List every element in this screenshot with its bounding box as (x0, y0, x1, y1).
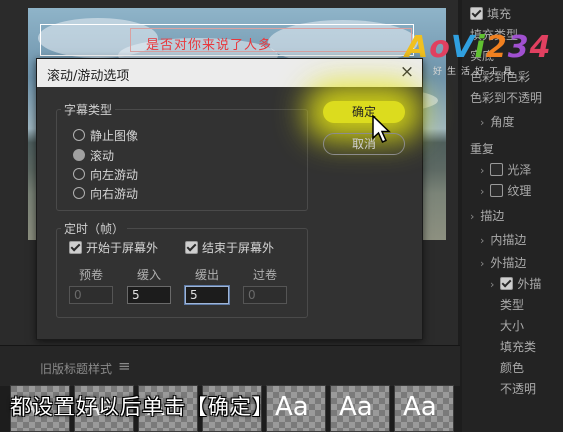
radio-label: 向右游动 (90, 187, 139, 201)
panel-row[interactable]: › 外描 (490, 275, 541, 292)
chevron-right-icon: › (480, 116, 485, 129)
timing-field-input: 0 (69, 286, 113, 304)
radio-label: 滚动 (90, 149, 115, 163)
caption-type-radio[interactable]: 向右游动 (73, 185, 138, 202)
timing-field-label: 预卷 (79, 268, 104, 282)
dialog-title: 滚动/游动选项 (47, 69, 130, 84)
panel-row-label: 外描边 (490, 256, 527, 270)
logo-letter: 4 (529, 30, 552, 65)
checkbox-icon (490, 184, 504, 197)
start-offscreen-label: 开始于屏幕外 (86, 241, 159, 255)
timing-field-input: 0 (243, 286, 287, 304)
panel-row-label: 纹理 (507, 184, 532, 198)
panel-row[interactable]: › 外描边 (480, 254, 526, 271)
panel-row[interactable]: 填充 (470, 5, 511, 22)
thumbnail-sample-text: Aa (403, 392, 437, 422)
chevron-right-icon: › (470, 210, 475, 223)
watermark-logo: AoVi234 好生活好工具 (405, 30, 550, 80)
panel-row[interactable]: 不透明 (500, 380, 536, 397)
timing-label: 定时（帧） (61, 220, 128, 237)
radio-icon (73, 149, 85, 161)
logo-letter: 2 (485, 30, 508, 65)
panel-row[interactable]: 重复 (470, 140, 494, 157)
checkbox-checked-icon (470, 7, 483, 20)
caption-type-radio[interactable]: 滚动 (73, 147, 114, 164)
timing-field-input[interactable]: 5 (184, 285, 230, 305)
panel-row-label: 内描边 (490, 233, 527, 247)
panel-row-label: 颜色 (500, 361, 525, 375)
close-icon[interactable]: × (397, 62, 417, 82)
caption-type-radio[interactable]: 向左游动 (73, 166, 138, 183)
checkbox-checked-icon (500, 277, 514, 290)
panel-row-label: 大小 (500, 319, 525, 333)
end-offscreen-checkbox[interactable]: 结束于屏幕外 (185, 239, 274, 256)
panel-row[interactable]: › 纹理 (480, 182, 531, 199)
mouse-pointer-icon (372, 114, 391, 143)
logo-subtitle: 好生活好工具 (433, 67, 518, 77)
caption-type-radio[interactable]: 静止图像 (73, 127, 138, 144)
thumbnail-sample-text: Aa (275, 392, 309, 422)
panel-row[interactable]: › 角度 (480, 113, 514, 130)
radio-icon (73, 168, 85, 180)
panel-row[interactable]: › 光泽 (480, 161, 531, 178)
panel-row[interactable]: 色彩到不透明 (470, 89, 542, 106)
timing-field-label: 缓入 (137, 268, 162, 282)
panel-row-label: 色彩到不透明 (470, 91, 543, 105)
panel-row-label: 填充类 (500, 340, 537, 354)
panel-row-label: 外描 (517, 277, 542, 291)
timing-field-label: 缓出 (195, 268, 220, 282)
panel-row-label: 填充 (487, 7, 512, 21)
panel-row-label: 类型 (500, 298, 525, 312)
radio-label: 向左游动 (90, 168, 139, 182)
legacy-styles-label: 旧版标题样式 (40, 362, 113, 376)
style-thumbnail[interactable]: Aa (394, 385, 454, 432)
chevron-right-icon: › (490, 278, 495, 291)
panel-row-label: 角度 (490, 115, 515, 129)
panel-row-label: 光泽 (507, 163, 532, 177)
logo-wordmark: AoVi234 (405, 30, 551, 65)
tutorial-subtitle: 都设置好以后单击【确定】 (10, 395, 274, 419)
dialog-title-bar[interactable]: 滚动/游动选项 × (37, 59, 422, 87)
logo-letter: o (429, 30, 451, 65)
panel-row-label: 重复 (470, 142, 495, 156)
chevron-right-icon: › (480, 257, 485, 270)
chevron-right-icon: › (480, 164, 485, 177)
panel-row[interactable]: 大小 (500, 317, 524, 334)
scrolling-title-text: 是否对你来说了人多 (146, 38, 273, 53)
start-offscreen-checkbox[interactable]: 开始于屏幕外 (69, 239, 158, 256)
logo-letter: i (474, 30, 486, 65)
panel-row-label: 不透明 (500, 382, 537, 396)
panel-row[interactable]: 填充类 (500, 338, 536, 355)
panel-row[interactable]: › 内描边 (480, 231, 526, 248)
radio-icon (73, 129, 85, 141)
radio-label: 静止图像 (90, 129, 139, 143)
panel-row[interactable]: 颜色 (500, 359, 524, 376)
caption-type-label: 字幕类型 (61, 101, 116, 118)
chevron-right-icon: › (480, 234, 485, 247)
chevron-right-icon: › (480, 185, 485, 198)
end-offscreen-label: 结束于屏幕外 (202, 241, 275, 255)
checkbox-checked-icon (185, 241, 198, 254)
panel-row[interactable]: › 描边 (470, 207, 504, 224)
timing-field-label: 过卷 (253, 268, 278, 282)
menu-icon[interactable]: ≡ (118, 357, 131, 375)
roll-crawl-options-dialog: 滚动/游动选项 × 字幕类型 定时（帧） 开始于屏幕外 结束于屏幕外 确定 取消… (36, 58, 423, 340)
logo-letter: 3 (507, 30, 530, 65)
radio-icon (73, 187, 85, 199)
panel-row-label: 描边 (480, 209, 505, 223)
style-thumbnail[interactable]: Aa (266, 385, 326, 432)
checkbox-checked-icon (69, 241, 82, 254)
panel-row[interactable]: 类型 (500, 296, 524, 313)
style-thumbnail[interactable]: Aa (330, 385, 390, 432)
checkbox-icon (490, 163, 504, 176)
thumbnail-sample-text: Aa (339, 392, 373, 422)
legacy-title-styles-bar: 旧版标题样式 ≡ (0, 345, 460, 386)
logo-letter: V (450, 30, 475, 65)
timing-field-input[interactable]: 5 (127, 286, 171, 304)
